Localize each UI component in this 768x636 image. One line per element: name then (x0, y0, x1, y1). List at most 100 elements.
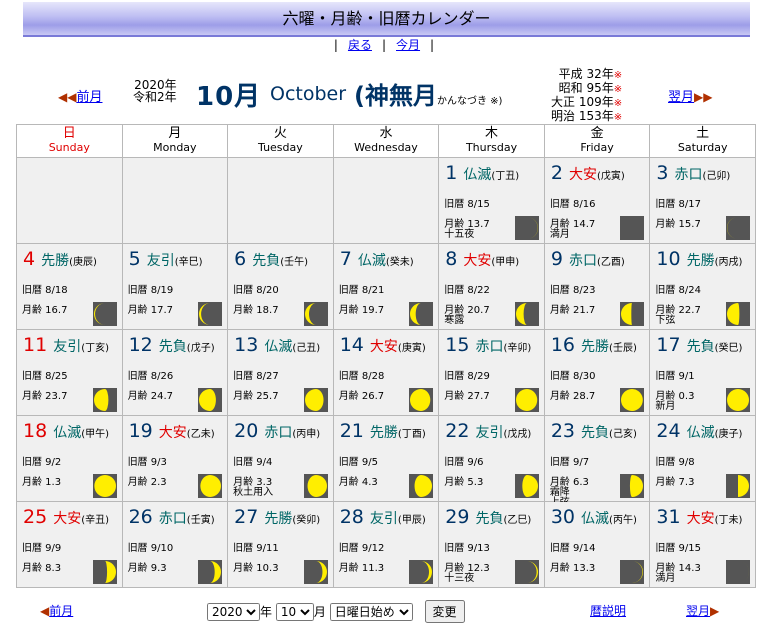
date-selector: 2020 年 10 月 日曜日始め 変更 (207, 600, 465, 623)
day-note: 寒露 (444, 315, 465, 326)
moon-phase-icon (514, 560, 539, 584)
kanshi-label: (辛丑) (81, 515, 110, 526)
day-note: 十三夜 (444, 573, 475, 584)
moon-phase-icon (303, 302, 328, 326)
kyureki-date: 旧暦 9/15 (655, 543, 702, 554)
calendar-day-cell: 15 赤口(辛卯) 旧暦 8/29 月齢 27.7 (438, 329, 545, 416)
day-number: 27 (234, 506, 259, 528)
day-number: 9 (550, 248, 563, 270)
weekday-header-row: 日 Sunday 月 Monday 火 Tuesday 水 Wednesday 木 Thursda… (16, 124, 756, 158)
day-heading: 18 仏滅(甲午) (23, 420, 109, 442)
prev-month-link-bottom[interactable]: ◀前月 (40, 602, 73, 619)
rokuyo-label: 赤口 (568, 253, 597, 269)
calendar-empty-cell (227, 157, 334, 244)
kyureki-date: 旧暦 8/23 (549, 285, 596, 296)
era-line: 平成 32年※ (551, 68, 622, 82)
kanshi-label: (己丑) (292, 343, 321, 354)
calendar-day-cell: 27 先勝(癸卯) 旧暦 9/11 月齢 10.3 (227, 501, 334, 588)
calendar-day-cell: 29 先負(乙巳) 旧暦 9/13 月齢 12.3 十三夜 (438, 501, 545, 588)
moon-age-block: 月齢 9.3 (128, 564, 167, 574)
weekday-header: 土 Saturday (649, 124, 756, 158)
moon-phase-icon (409, 474, 434, 498)
kyureki-date: 旧暦 9/8 (655, 457, 695, 468)
day-heading: 3 赤口(己卯) (656, 162, 730, 184)
kyureki-date: 旧暦 9/1 (655, 371, 695, 382)
back-link[interactable]: 戻る (348, 38, 372, 52)
moon-age: 月齢 5.3 (444, 477, 484, 488)
moon-phase-icon (726, 388, 750, 412)
rokuyo-label: 先勝 (264, 511, 293, 527)
day-note: 下弦 (655, 315, 676, 326)
era-years: 平成 32年※ 昭和 95年※ 大正 109年※ 明治 153年※ (551, 68, 622, 124)
rokuyo-label: 大安 (568, 167, 597, 183)
kanshi-label: (己亥) (609, 429, 637, 440)
nav-separator: | (430, 38, 435, 52)
rokuyo-label: 先負 (252, 253, 281, 269)
moon-background (620, 216, 645, 240)
day-heading: 23 先負(己亥) (551, 420, 637, 442)
day-number: 14 (339, 334, 364, 356)
day-number: 24 (656, 420, 681, 442)
year-display: 2020年 令和2年 (133, 79, 177, 103)
month-select[interactable]: 10 (275, 603, 314, 621)
prev-month-label[interactable]: 前月 (49, 604, 73, 618)
day-heading: 15 赤口(辛卯) (445, 334, 531, 356)
moon-age-block: 月齢 22.7 下弦 (655, 306, 700, 326)
moon-age: 月齢 10.3 (233, 563, 279, 574)
day-heading: 7 仏滅(癸未) (340, 248, 414, 270)
next-month-link-bottom[interactable]: 翌月▶ (686, 602, 719, 619)
prev-month-label[interactable]: 前月 (76, 90, 102, 105)
moon-age-block: 月齢 8.3 (22, 564, 61, 574)
kyureki-date: 旧暦 9/9 (22, 543, 62, 554)
prev-month-link-top[interactable]: ◀◀前月 (58, 86, 102, 105)
day-heading: 28 友引(甲辰) (340, 506, 426, 528)
calendar-week-row: 4 先勝(庚辰) 旧暦 8/18 月齢 16.7 5 友引(辛巳) 旧暦 8/19 月齢 … (16, 243, 756, 330)
weekday-en: Sunday (48, 141, 90, 154)
day-note: 秋土用入 (233, 487, 274, 498)
next-month-link-top[interactable]: 翌月▶▶ (668, 86, 712, 105)
moon-background (198, 302, 223, 326)
rokuyo-label: 仏滅 (463, 167, 492, 183)
calendar-day-cell: 31 大安(丁未) 旧暦 9/15 月齢 14.3 満月 (649, 501, 756, 588)
rokuyo-label: 先勝 (686, 253, 715, 269)
moon-age: 月齢 1.3 (22, 477, 62, 488)
kanshi-label: (壬午) (280, 257, 309, 268)
moon-phase-icon (92, 388, 117, 412)
day-number: 28 (339, 506, 364, 528)
kanshi-label: (戊寅) (596, 171, 625, 182)
day-number: 18 (23, 420, 48, 442)
kyureki-date: 旧暦 9/3 (127, 457, 167, 468)
day-heading: 29 先負(乙巳) (445, 506, 531, 528)
week-start-select[interactable]: 日曜日始め (329, 603, 413, 621)
moon-phase-icon (409, 302, 434, 326)
next-month-label[interactable]: 翌月 (686, 604, 710, 618)
moon-age-block: 月齢 15.7 (655, 220, 700, 230)
day-number: 12 (128, 334, 153, 356)
moon-age-block: 月齢 3.3 秋土用入 (233, 478, 273, 498)
moon-phase-icon (620, 388, 645, 412)
day-heading: 5 友引(辛巳) (129, 248, 203, 270)
moon-age: 月齢 21.7 (549, 305, 596, 316)
kanshi-label: (庚子) (714, 429, 743, 440)
moon-phase-icon (514, 302, 539, 326)
day-heading: 14 大安(庚寅) (340, 334, 426, 356)
calendar-week-row: 25 大安(辛丑) 旧暦 9/9 月齢 8.3 26 赤口(壬寅) 旧暦 9/10 月齢 … (16, 501, 756, 588)
next-month-label[interactable]: 翌月 (668, 90, 694, 105)
moon-age-block: 月齢 12.3 十三夜 (444, 564, 489, 584)
moon-age-block: 月齢 17.7 (128, 306, 173, 316)
moon-background (726, 216, 750, 240)
weekday-header: 月 Monday (121, 124, 229, 158)
kyureki-date: 旧暦 8/22 (444, 285, 490, 296)
kyureki-date: 旧暦 9/7 (549, 457, 590, 468)
calendar-day-cell: 22 友引(戊戌) 旧暦 9/6 月齢 5.3 (438, 415, 545, 502)
year-select[interactable]: 2020 (207, 603, 260, 621)
change-button[interactable]: 変更 (424, 600, 465, 623)
kyureki-date: 旧暦 8/29 (444, 371, 490, 382)
this-month-link[interactable]: 今月 (396, 38, 420, 52)
rokuyo-label: 友引 (53, 339, 82, 355)
moon-age: 月齢 11.3 (338, 563, 385, 574)
kanshi-label: (丙申) (292, 429, 321, 440)
calendar-explanation-link[interactable]: 暦説明 (590, 604, 626, 618)
month-old-reading: かんなづき ※) (436, 96, 503, 107)
calendar-day-cell: 26 赤口(壬寅) 旧暦 9/10 月齢 9.3 (121, 501, 229, 588)
